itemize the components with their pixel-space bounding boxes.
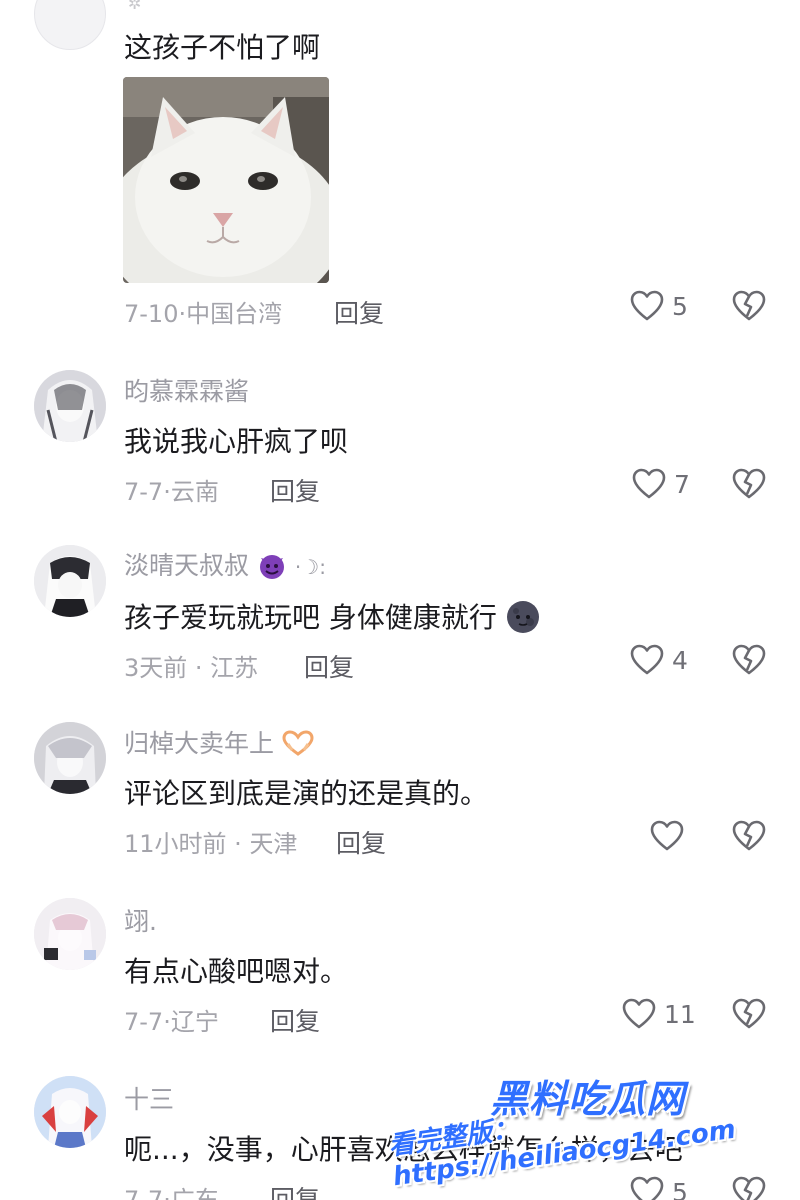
comment-date: 7-10: [124, 300, 179, 328]
like-button[interactable]: 5: [630, 290, 688, 322]
heart-outline-icon: [630, 644, 664, 675]
reply-button[interactable]: 回复: [270, 472, 320, 508]
comment-text: 这孩子不怕了啊: [124, 31, 321, 64]
comment-text: 孩子爱玩就玩吧 身体健康就行: [124, 596, 540, 636]
avatar[interactable]: [34, 1076, 106, 1148]
comment-meta: 11小时前 · 天津: [124, 830, 298, 858]
comment-date: 11小时前: [124, 830, 227, 858]
like-button[interactable]: 4: [630, 644, 688, 676]
like-count: 4: [672, 645, 688, 675]
like-button[interactable]: [650, 820, 692, 852]
broken-heart-icon[interactable]: [732, 820, 766, 852]
reply-button[interactable]: 回复: [336, 824, 386, 860]
comment-meta: 7-10·中国台湾: [124, 300, 283, 328]
comment-meta: 7-7·云南: [124, 478, 219, 506]
reply-button[interactable]: 回复: [270, 1002, 320, 1038]
heart-outline-icon: [630, 290, 664, 321]
comment-date: 7-7: [124, 1186, 164, 1200]
comment-username[interactable]: 归棹大卖年上: [124, 724, 314, 760]
like-count: 11: [664, 999, 696, 1029]
broken-heart-icon[interactable]: [732, 290, 766, 322]
comment-text: 有点心酸吧嗯对。: [124, 955, 349, 988]
comment-meta: 7-7·辽宁: [124, 1008, 219, 1036]
user-badge-icon: ✲: [128, 0, 142, 13]
comment-username[interactable]: 十三: [124, 1080, 174, 1116]
comment-username[interactable]: 淡晴天叔叔 ·☽:: [124, 546, 326, 582]
anime-avatar-icon: [34, 722, 106, 794]
white-cat-meme-icon: [123, 77, 329, 283]
heart-outline-icon: [622, 998, 656, 1029]
avatar[interactable]: [34, 0, 106, 50]
comment-date: 7-7: [124, 478, 164, 506]
comment-location: 中国台湾: [186, 300, 283, 328]
heart-hands-emoji-icon: [282, 730, 314, 756]
new-moon-face-emoji-icon: [506, 601, 539, 633]
comment-text: 呃...，没事，心肝喜欢怎么样就怎么样，去吧: [124, 1133, 683, 1166]
avatar[interactable]: [34, 370, 106, 442]
reply-button[interactable]: 回复: [270, 1180, 320, 1200]
reply-button[interactable]: 回复: [304, 648, 354, 684]
like-count: 5: [672, 291, 688, 321]
comment-meta: 7-7·广东: [124, 1180, 219, 1200]
avatar[interactable]: [34, 722, 106, 794]
broken-heart-icon[interactable]: [732, 1176, 766, 1200]
heart-outline-icon: [632, 468, 666, 499]
comment-date: 3天前: [124, 654, 188, 682]
comment-username[interactable]: 昀慕霖霖酱: [124, 372, 249, 408]
anime-avatar-icon: [34, 370, 106, 442]
avatar[interactable]: [34, 545, 106, 617]
anime-avatar-icon: [34, 545, 106, 617]
comment-text: 评论区到底是演的还是真的。: [124, 777, 489, 810]
comment-username[interactable]: 翊.: [124, 902, 157, 938]
like-button[interactable]: 7: [632, 468, 690, 500]
reply-button[interactable]: 回复: [334, 294, 384, 330]
heart-outline-icon: [650, 820, 684, 851]
smiling-devil-emoji-icon: [259, 555, 284, 579]
like-count: 7: [674, 469, 690, 499]
broken-heart-icon[interactable]: [732, 468, 766, 500]
watermark-title: 黑料吃瓜网: [490, 1077, 686, 1121]
comment-location: 广东: [170, 1186, 219, 1200]
comment-text: 我说我心肝疯了呗: [124, 425, 349, 458]
comment-date: 7-7: [124, 1008, 164, 1036]
comment-location: 江苏: [210, 654, 259, 682]
comment-location: 辽宁: [170, 1008, 219, 1036]
broken-heart-icon[interactable]: [732, 998, 766, 1030]
like-count: 5: [672, 1177, 688, 1200]
comment-location: 云南: [170, 478, 219, 506]
anime-avatar-icon: [34, 1076, 106, 1148]
anime-avatar-icon: [34, 898, 106, 970]
comment-meta: 3天前 · 江苏: [124, 654, 259, 682]
comment-location: 天津: [249, 830, 298, 858]
heart-outline-icon: [630, 1176, 664, 1200]
avatar[interactable]: [34, 898, 106, 970]
comment-list: ✲ 这孩子不怕了啊 7-10·中国台湾 回复 5 昀慕霖霖酱 我说我心肝疯了呗 …: [0, 0, 800, 1200]
like-button[interactable]: 11: [622, 998, 696, 1030]
like-button[interactable]: 5: [630, 1176, 688, 1200]
cat-meme-image[interactable]: [123, 77, 329, 283]
broken-heart-icon[interactable]: [732, 644, 766, 676]
